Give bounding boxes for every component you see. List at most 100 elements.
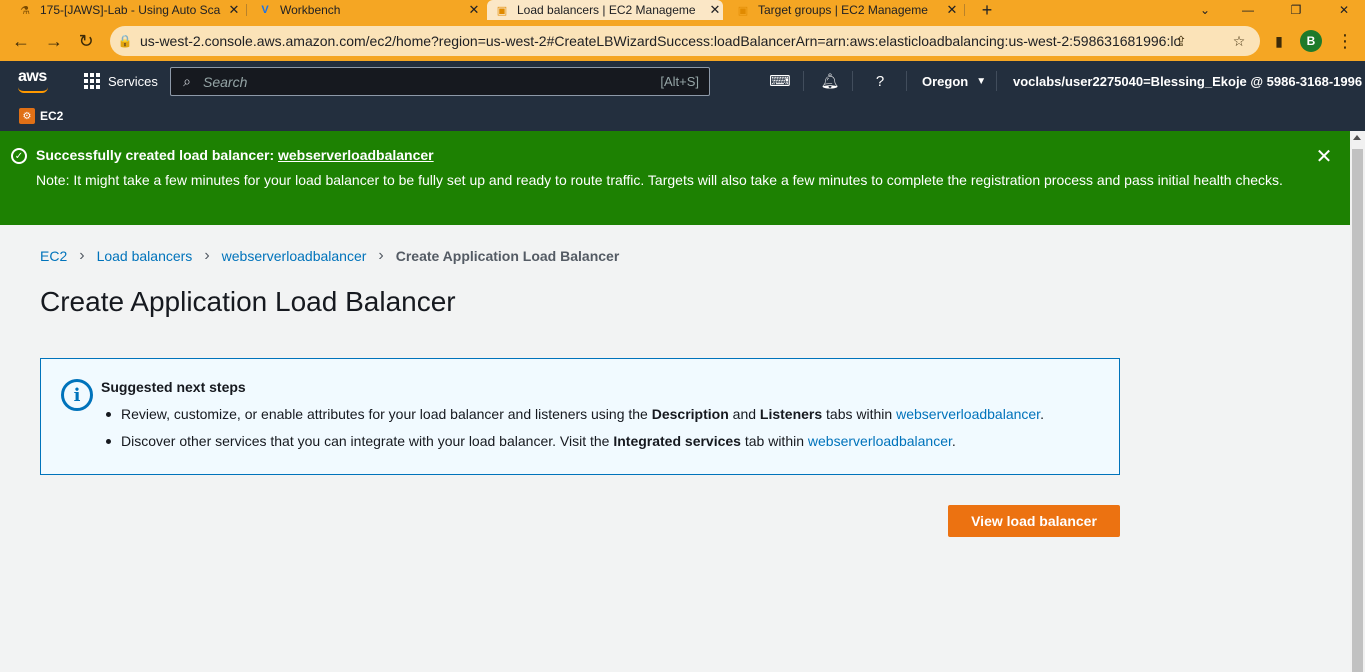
grid-icon	[84, 73, 100, 89]
step-text: tab within	[740, 433, 808, 449]
browser-tab-workbench[interactable]: V Workbench ✕	[250, 0, 482, 20]
forward-icon[interactable]: →	[41, 28, 67, 54]
account-menu[interactable]: voclabs/user2275040=Blessing_Ekoje @ 598…	[1013, 61, 1365, 101]
bookmark-star-icon[interactable]: ☆	[1226, 26, 1252, 56]
page-title: Create Application Load Balancer	[40, 286, 456, 317]
load-balancer-link[interactable]: webserverloadbalancer	[896, 406, 1040, 422]
tab-title: Workbench	[280, 3, 341, 17]
flash-load-balancer-link[interactable]: webserverloadbalancer	[278, 147, 434, 163]
close-icon[interactable]: ✕	[1313, 145, 1335, 168]
search-icon: ⌕	[183, 73, 191, 89]
list-item: Discover other services that you can int…	[101, 430, 1044, 457]
close-tab-icon[interactable]: ✕	[466, 2, 482, 18]
browser-tab-load-balancers[interactable]: ▣ Load balancers | EC2 Manageme ✕	[487, 0, 723, 20]
caret-down-icon: ▼	[976, 75, 987, 87]
lock-icon[interactable]: 🔒	[110, 34, 140, 48]
account-label: voclabs/user2275040=Blessing_Ekoje @ 598…	[1013, 73, 1363, 89]
reload-icon[interactable]: ↻	[73, 28, 99, 54]
browser-menu-icon[interactable]: ⋮	[1332, 28, 1358, 54]
help-icon[interactable]: ?	[865, 61, 895, 101]
services-menu-button[interactable]: Services	[84, 61, 158, 101]
step-text: Discover other services that you can int…	[121, 433, 614, 449]
breadcrumb: EC2 › Load balancers › webserverloadbala…	[40, 246, 619, 266]
nav-divider	[803, 71, 804, 91]
breadcrumb-ec2[interactable]: EC2	[40, 248, 67, 264]
close-tab-icon[interactable]: ✕	[226, 2, 242, 18]
suggested-next-steps-box: i Suggested next steps Review, customize…	[40, 358, 1120, 475]
browser-toolbar: ← → ↻ 🔒 us-west-2.console.aws.amazon.com…	[0, 20, 1365, 61]
close-tab-icon[interactable]: ✕	[707, 2, 723, 18]
lab-icon: ⚗	[20, 4, 30, 17]
side-panel-icon[interactable]: ▮	[1266, 28, 1292, 54]
step-text: .	[951, 433, 956, 449]
tab-divider	[246, 4, 247, 16]
nav-divider	[996, 71, 997, 91]
search-shortcut: [Alt+S]	[660, 74, 699, 89]
chevron-right-icon: ›	[378, 247, 384, 264]
search-placeholder: Search	[203, 73, 248, 90]
breadcrumb-load-balancers[interactable]: Load balancers	[97, 248, 193, 264]
chevron-right-icon: ›	[79, 247, 85, 264]
listeners-tab-name: Listeners	[759, 406, 823, 422]
info-title: Suggested next steps	[101, 379, 246, 395]
tab-title: Load balancers | EC2 Manageme	[517, 3, 696, 17]
tab-divider	[964, 4, 965, 16]
profile-avatar[interactable]: B	[1300, 30, 1322, 52]
tab-title: Target groups | EC2 Manageme	[758, 3, 928, 17]
page-scrollbar[interactable]	[1350, 131, 1365, 672]
list-item: Review, customize, or enable attributes …	[101, 403, 1044, 430]
aws-cube-icon: ▣	[737, 4, 749, 17]
restore-icon[interactable]: ❐	[1282, 0, 1310, 20]
aws-smile-icon	[18, 87, 48, 93]
address-bar[interactable]: 🔒 us-west-2.console.aws.amazon.com/ec2/h…	[110, 26, 1260, 56]
flash-heading: Successfully created load balancer: webs…	[36, 147, 434, 163]
search-input[interactable]: ⌕ Search [Alt+S]	[170, 67, 710, 96]
flash-note: Note: It might take a few minutes for yo…	[36, 172, 1283, 188]
next-steps-list: Review, customize, or enable attributes …	[101, 403, 1044, 457]
notifications-bell-icon[interactable]: 🔔︎	[815, 61, 845, 101]
share-icon[interactable]: ⇪	[1168, 26, 1194, 56]
service-favorites-bar: ⚙ EC2	[0, 101, 1365, 131]
nav-divider	[906, 71, 907, 91]
step-text: tabs within	[822, 406, 897, 422]
integrated-services-tab-name: Integrated services	[613, 433, 741, 449]
aws-logo[interactable]: aws	[18, 68, 48, 93]
service-ec2-link[interactable]: EC2	[40, 109, 63, 123]
vocareum-icon: V	[261, 4, 269, 16]
load-balancer-link[interactable]: webserverloadbalancer	[808, 433, 952, 449]
browser-tab-strip: ⚗ 175-[JAWS]-Lab - Using Auto Sca ✕ V Wo…	[0, 0, 1365, 20]
step-text: Review, customize, or enable attributes …	[121, 406, 652, 422]
breadcrumb-current: Create Application Load Balancer	[395, 248, 620, 264]
cloudshell-icon[interactable]: ⌨	[765, 61, 795, 101]
tab-search-icon[interactable]: ⌄	[1191, 0, 1219, 20]
flash-heading-text: Successfully created load balancer:	[36, 147, 278, 163]
minimize-icon[interactable]: —	[1234, 0, 1262, 20]
description-tab-name: Description	[651, 406, 729, 422]
breadcrumb-load-balancer-name[interactable]: webserverloadbalancer	[222, 248, 367, 264]
step-text: .	[1040, 406, 1044, 422]
success-flash-banner: ✓ Successfully created load balancer: we…	[0, 131, 1350, 225]
region-label: Oregon	[922, 73, 969, 89]
info-icon: i	[61, 379, 93, 411]
aws-logo-text: aws	[18, 68, 47, 85]
aws-top-nav: aws Services ⌕ Search [Alt+S] ⌨ 🔔︎ ? Ore…	[0, 61, 1365, 101]
scroll-up-icon[interactable]	[1353, 135, 1361, 140]
browser-tab-lab[interactable]: ⚗ 175-[JAWS]-Lab - Using Auto Sca ✕	[10, 0, 242, 20]
url-text[interactable]: us-west-2.console.aws.amazon.com/ec2/hom…	[140, 33, 1180, 49]
chevron-right-icon: ›	[204, 247, 210, 264]
services-label: Services	[108, 73, 158, 89]
tab-title: 175-[JAWS]-Lab - Using Auto Sca	[40, 3, 221, 17]
scrollbar-thumb[interactable]	[1352, 149, 1363, 672]
new-tab-icon[interactable]: +	[973, 0, 1001, 20]
ec2-service-icon[interactable]: ⚙	[19, 108, 35, 124]
close-tab-icon[interactable]: ✕	[944, 2, 960, 18]
back-icon[interactable]: ←	[8, 28, 34, 54]
aws-cube-icon: ▣	[496, 4, 508, 17]
nav-divider	[852, 71, 853, 91]
close-window-icon[interactable]: ✕	[1330, 0, 1358, 20]
step-text: and	[728, 406, 760, 422]
browser-tab-target-groups[interactable]: ▣ Target groups | EC2 Manageme ✕	[728, 0, 960, 20]
view-load-balancer-button[interactable]: View load balancer	[948, 505, 1120, 537]
region-selector[interactable]: Oregon ▼	[922, 61, 986, 101]
check-circle-icon: ✓	[11, 148, 27, 164]
